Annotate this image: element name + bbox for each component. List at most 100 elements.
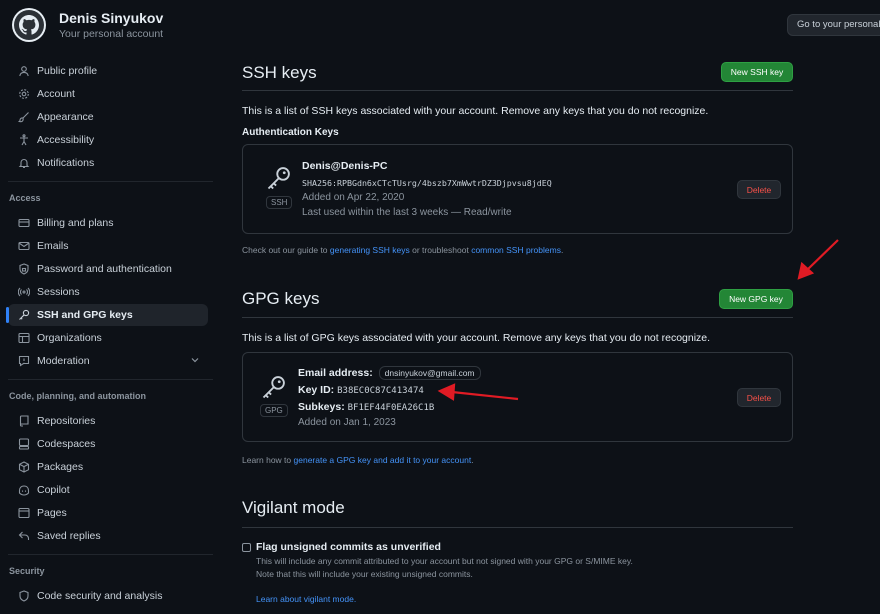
key-icon (18, 309, 30, 321)
shield-icon (18, 590, 30, 602)
ssh-badge: SSH (266, 196, 293, 209)
sidebar-item-label: Moderation (37, 355, 90, 367)
gpg-subkeys-row: Subkeys: BF1EF44F0EA26C1B (298, 401, 434, 413)
flag-unsigned-commits-label[interactable]: Flag unsigned commits as unverified (256, 541, 441, 553)
sidebar-item-label: Organizations (37, 332, 102, 344)
sidebar-divider (8, 554, 213, 555)
sidebar-item-repositories[interactable]: Repositories (8, 410, 208, 432)
person-icon (18, 65, 30, 77)
vigilant-help-line2: Note that this will include your existin… (256, 569, 473, 579)
gpg-keyid-value: B38EC0C87C413474 (337, 386, 424, 396)
vigilant-mode-title: Vigilant mode (242, 498, 345, 517)
sidebar-item-pages[interactable]: Pages (8, 502, 208, 524)
ssh-title-divider (242, 90, 793, 91)
avatar[interactable] (12, 8, 46, 42)
sidebar-item-label: Saved replies (37, 530, 101, 542)
user-subtitle: Your personal account (59, 28, 164, 40)
sidebar-item-label: Repositories (37, 415, 96, 427)
new-ssh-key-button[interactable]: New SSH key (721, 62, 793, 82)
sidebar-item-copilot[interactable]: Copilot (8, 479, 208, 501)
copilot-icon (18, 484, 30, 496)
gear-icon (18, 88, 30, 100)
sidebar-item-label: Accessibility (37, 134, 95, 146)
arrow-to-new-gpg-key (797, 239, 839, 280)
ssh-footer-text: or troubleshoot (409, 245, 472, 255)
sidebar-item-organizations[interactable]: Organizations (8, 327, 208, 349)
package-icon (18, 461, 30, 473)
sidebar-item-label: Notifications (37, 157, 95, 169)
vigilant-title-divider (242, 527, 793, 528)
sidebar-item-packages[interactable]: Packages (8, 456, 208, 478)
sidebar-item-saved-replies[interactable]: Saved replies (8, 525, 208, 547)
sidebar-section-access: Access (9, 193, 41, 203)
ssh-key-name: Denis@Denis-PC (302, 160, 388, 172)
mail-icon (18, 240, 30, 252)
sidebar-item-billing[interactable]: Billing and plans (8, 212, 208, 234)
delete-ssh-key-button[interactable]: Delete (737, 180, 781, 199)
sidebar-item-codespaces[interactable]: Codespaces (8, 433, 208, 455)
gpg-footer-text: . (471, 455, 474, 465)
sidebar-item-ssh-gpg-keys[interactable]: SSH and GPG keys (6, 304, 208, 326)
repo-icon (18, 415, 30, 427)
sidebar-item-label: SSH and GPG keys (37, 309, 133, 321)
gpg-subkeys-label: Subkeys: (298, 401, 345, 413)
sidebar-item-code-security[interactable]: Code security and analysis (8, 585, 208, 607)
learn-vigilant-mode-link[interactable]: Learn about vigilant mode. (256, 594, 356, 604)
ssh-description: This is a list of SSH keys associated wi… (242, 105, 709, 117)
gpg-description: This is a list of GPG keys associated wi… (242, 332, 711, 344)
sidebar-divider (8, 181, 213, 182)
common-ssh-problems-link[interactable]: common SSH problems (471, 245, 561, 255)
gpg-footer-text: Learn how to (242, 455, 294, 465)
accessibility-icon (18, 134, 30, 146)
sidebar-item-label: Account (37, 88, 75, 100)
ssh-keys-title: SSH keys (242, 63, 317, 82)
key-icon (265, 164, 293, 195)
key-icon (260, 373, 288, 404)
sidebar-divider (8, 379, 213, 380)
sidebar-item-account[interactable]: Account (8, 83, 208, 105)
gpg-email-chip: dnsinyukov@gmail.com (378, 366, 481, 380)
sidebar-section-code: Code, planning, and automation (9, 391, 146, 401)
report-icon (18, 355, 30, 367)
sidebar-item-emails[interactable]: Emails (8, 235, 208, 257)
flag-unsigned-commits-checkbox[interactable] (242, 543, 251, 552)
sidebar-item-accessibility[interactable]: Accessibility (8, 129, 208, 151)
ssh-key-added: Added on Apr 22, 2020 (302, 192, 405, 203)
sidebar-item-label: Packages (37, 461, 84, 473)
github-logo-icon (14, 10, 44, 40)
sidebar-item-password[interactable]: Password and authentication (8, 258, 208, 280)
gpg-badge: GPG (260, 404, 288, 417)
codespaces-icon (18, 438, 30, 450)
sidebar-section-security: Security (9, 566, 45, 576)
user-name: Denis Sinyukov (59, 10, 164, 26)
chevron-down-icon[interactable] (190, 355, 200, 368)
sidebar-item-label: Pages (37, 507, 67, 519)
sidebar-item-sessions[interactable]: Sessions (8, 281, 208, 303)
gpg-keys-title: GPG keys (242, 289, 320, 308)
gpg-subkeys-value: BF1EF44F0EA26C1B (347, 403, 435, 413)
generating-ssh-keys-link[interactable]: generating SSH keys (330, 245, 410, 255)
new-gpg-key-button[interactable]: New GPG key (719, 289, 793, 309)
sidebar-item-notifications[interactable]: Notifications (8, 152, 208, 174)
sidebar-item-label: Appearance (37, 111, 94, 123)
sidebar-item-label: Password and authentication (37, 263, 172, 275)
bell-icon (18, 157, 30, 169)
sidebar-item-label: Emails (37, 240, 69, 252)
sidebar-item-public-profile[interactable]: Public profile (8, 60, 208, 82)
reply-icon (18, 530, 30, 542)
gpg-key-card: GPG Email address: dnsinyukov@gmail.com … (242, 352, 793, 442)
go-to-personal-profile-button[interactable]: Go to your personal p (787, 14, 880, 36)
sidebar-item-appearance[interactable]: Appearance (8, 106, 208, 128)
vigilant-help-line1: This will include any commit attributed … (256, 556, 633, 566)
sidebar-item-label: Copilot (37, 484, 70, 496)
ssh-key-fingerprint: SHA256:RPBGdn6xCTcTUsrg/4bszb7XmWwtrDZ3D… (302, 178, 552, 188)
sidebar-item-label: Billing and plans (37, 217, 114, 229)
sidebar-item-label: Code security and analysis (37, 590, 163, 602)
delete-gpg-key-button[interactable]: Delete (737, 388, 781, 407)
auth-keys-title: Authentication Keys (242, 127, 339, 138)
ssh-footer-text: Check out our guide to (242, 245, 330, 255)
sidebar-item-moderation[interactable]: Moderation (8, 350, 208, 372)
generate-gpg-key-link[interactable]: generate a GPG key and add it to your ac… (294, 455, 472, 465)
table-icon (18, 332, 30, 344)
browser-icon (18, 507, 30, 519)
